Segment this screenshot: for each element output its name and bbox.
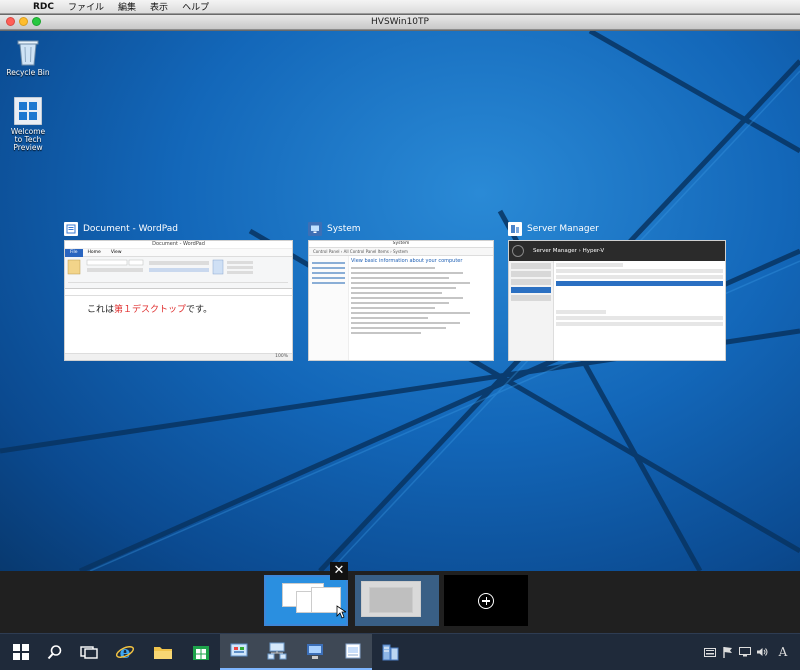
search-icon: [47, 645, 62, 660]
virtual-desktops-strip: [0, 571, 800, 633]
system-icon: [307, 644, 323, 659]
file-explorer-icon: [154, 647, 172, 659]
ie-icon: e: [115, 643, 135, 662]
thumb-title: Document - WordPad: [65, 241, 292, 249]
new-desktop-button[interactable]: [444, 575, 528, 626]
taskview-window-wordpad[interactable]: Document - WordPad Document - WordPad Fi…: [64, 220, 293, 361]
keyboard-icon: [704, 647, 716, 657]
server-manager-icon: [382, 644, 399, 661]
desktop-icon-welcome[interactable]: Welcome to Tech Preview: [6, 96, 50, 152]
volume-icon: [757, 648, 768, 656]
system-sidebar: [309, 256, 349, 360]
plus-circle-icon: [478, 592, 494, 609]
tray-volume[interactable]: [754, 634, 770, 670]
tab-view: View: [110, 250, 122, 255]
network-tray-icon: [739, 647, 751, 657]
menu-view[interactable]: 表示: [143, 0, 175, 13]
taskview-window-title: Document - WordPad: [83, 224, 178, 234]
desktop-icon-label: Welcome to Tech Preview: [10, 127, 46, 152]
wordpad-document: これは第１デスクトップです。: [65, 296, 292, 358]
server-manager-icon: [508, 222, 522, 236]
tray-network[interactable]: [737, 634, 753, 670]
taskbar: e A: [0, 633, 800, 670]
doc-text-suffix: です。: [186, 305, 213, 315]
taskview-window-server-manager[interactable]: Server Manager Server Manager › Hyper-V: [508, 220, 726, 361]
menu-file[interactable]: ファイル: [61, 0, 111, 13]
system-thumbnail: System Control Panel › All Control Panel…: [308, 240, 494, 361]
wordpad-ruler: [65, 289, 292, 296]
start-button[interactable]: [2, 634, 40, 670]
taskbar-system[interactable]: [296, 634, 334, 670]
taskview-window-title: System: [327, 224, 361, 234]
task-view-icon: [80, 646, 98, 659]
search-button[interactable]: [36, 634, 74, 670]
taskview-window-title: Server Manager: [527, 224, 599, 234]
taskview-window-system[interactable]: System System Control Panel › All Contro…: [308, 220, 494, 361]
recycle-bin-icon: [13, 37, 43, 67]
taskbar-server-manager[interactable]: [372, 634, 410, 670]
doc-text-highlight: 第１デスクトップ: [114, 305, 187, 315]
menu-help[interactable]: ヘルプ: [175, 0, 216, 13]
svg-text:e: e: [120, 643, 131, 662]
wordpad-icon: [64, 222, 78, 236]
taskbar-control-panel[interactable]: [220, 634, 258, 670]
control-panel-icon: [230, 643, 248, 657]
tray-action-center[interactable]: [720, 634, 736, 670]
doc-text-prefix: これは: [87, 305, 115, 315]
desktop-icon-label: Recycle Bin: [6, 68, 50, 77]
server-manager-breadcrumb: Server Manager › Hyper-V: [533, 248, 605, 254]
wordpad-ribbon: [65, 257, 292, 289]
menu-app-rdc[interactable]: RDC: [26, 2, 61, 12]
start-icon: [13, 644, 29, 660]
wordpad-icon: [345, 643, 361, 659]
server-manager-thumbnail: Server Manager › Hyper-V: [508, 240, 726, 361]
system-heading: View basic information about your comput…: [351, 258, 463, 264]
tab-home: Home: [87, 250, 101, 255]
network-icon: [267, 642, 287, 660]
remote-desktop: Recycle Bin Welcome to Tech Preview Docu…: [0, 31, 800, 571]
tab-file: File: [65, 248, 83, 257]
window-title: HVSWin10TP: [371, 17, 429, 27]
thumb-title: System: [309, 241, 493, 248]
store-icon: [193, 646, 209, 660]
thumb-address: Control Panel › All Control Panel Items …: [309, 248, 493, 256]
taskbar-network[interactable]: [258, 634, 296, 670]
virtual-desktop-1[interactable]: [264, 575, 348, 626]
server-manager-sidebar: [509, 261, 554, 360]
desktop-icon-recycle-bin[interactable]: Recycle Bin: [6, 37, 50, 77]
close-desktop-button[interactable]: ✕: [330, 562, 348, 580]
taskbar-wordpad[interactable]: [334, 634, 372, 670]
flag-icon: [723, 647, 732, 658]
windows-logo-icon: [13, 96, 43, 126]
window-title-bar: HVSWin10TP: [0, 15, 800, 30]
taskbar-internet-explorer[interactable]: e: [106, 634, 144, 670]
taskbar-store[interactable]: [182, 634, 220, 670]
mac-menu-bar: RDC ファイル 編集 表示 ヘルプ: [0, 0, 800, 14]
system-icon: [308, 222, 322, 236]
menu-edit[interactable]: 編集: [111, 0, 143, 13]
mouse-cursor-icon: [336, 605, 346, 619]
tray-keyboard[interactable]: [702, 634, 718, 670]
tray-ime[interactable]: A: [772, 634, 794, 670]
virtual-desktop-2[interactable]: [355, 575, 439, 626]
wordpad-zoom: 100%: [65, 353, 292, 360]
wordpad-thumbnail: Document - WordPad File Home View これは第１デ…: [64, 240, 293, 361]
task-view-button[interactable]: [70, 634, 108, 670]
taskbar-file-explorer[interactable]: [144, 634, 182, 670]
